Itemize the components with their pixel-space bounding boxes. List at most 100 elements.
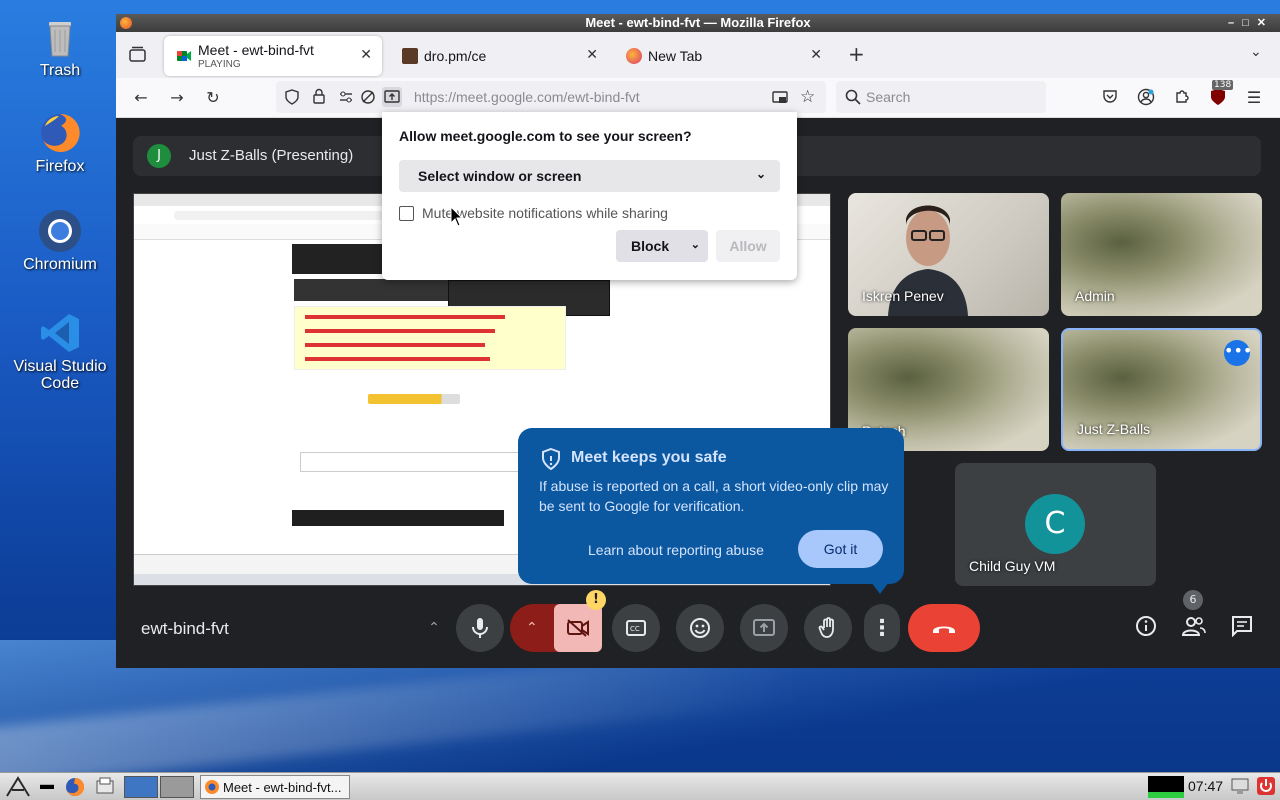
select-window-dropdown[interactable]: Select window or screen ⌄: [399, 160, 780, 192]
minimize-icon[interactable]: –: [1228, 17, 1242, 29]
meeting-info-icon[interactable]: [1133, 615, 1159, 642]
more-options-icon[interactable]: •••: [1224, 340, 1252, 366]
leave-call-button[interactable]: [908, 604, 980, 652]
got-it-button[interactable]: Got it: [798, 530, 883, 568]
maximize-icon[interactable]: □: [1242, 17, 1257, 29]
learn-about-reporting-link[interactable]: Learn about reporting abuse: [588, 542, 764, 558]
video-options-chevron-icon[interactable]: ⌃: [526, 604, 538, 652]
permissions-icon[interactable]: [338, 89, 354, 105]
tab-close-icon[interactable]: ✕: [586, 46, 598, 63]
chat-icon[interactable]: [1229, 615, 1255, 642]
block-dropdown-chevron-icon[interactable]: ⌄: [691, 238, 700, 251]
forward-arrow-icon[interactable]: →: [167, 88, 187, 107]
tooltip-heading: Meet keeps you safe: [571, 449, 727, 466]
hand-icon: [818, 617, 834, 638]
hamburger-menu-icon[interactable]: ☰: [1244, 88, 1264, 107]
shared-download-box: [294, 306, 566, 370]
captions-button[interactable]: CC: [612, 604, 660, 652]
reload-icon[interactable]: ↻: [203, 88, 223, 107]
participant-tile[interactable]: C Child Guy VM: [955, 463, 1156, 586]
shared-rating-stars: [368, 394, 460, 404]
participants-count-badge: 6: [1183, 590, 1203, 610]
meeting-code: ewt-bind-fvt: [141, 619, 229, 638]
tracking-shield-icon[interactable]: [284, 89, 300, 105]
camera-blocked-icon[interactable]: [360, 89, 376, 105]
clock[interactable]: 07:47: [1188, 778, 1223, 794]
bookmark-star-icon[interactable]: ☆: [800, 87, 815, 107]
url-bar[interactable]: https://meet.google.com/ewt-bind-fvt ☆: [276, 81, 826, 113]
power-icon[interactable]: [1256, 776, 1276, 798]
desktop-icon-firefox[interactable]: Firefox: [10, 110, 110, 176]
desktop-icon-trash[interactable]: Trash: [10, 14, 110, 80]
allow-button[interactable]: Allow: [716, 230, 780, 262]
taskbar-window-button[interactable]: Meet - ewt-bind-fvt...: [200, 775, 350, 799]
raise-hand-button[interactable]: [804, 604, 852, 652]
audio-options-chevron-icon[interactable]: ⌃: [420, 604, 448, 652]
camera-off-button[interactable]: [554, 604, 602, 652]
back-arrow-icon[interactable]: ←: [131, 88, 151, 107]
shield-icon: [540, 447, 562, 471]
tab-new-tab[interactable]: New Tab ✕: [614, 36, 832, 76]
search-input[interactable]: Search: [836, 81, 1046, 113]
tab-overview-icon[interactable]: [129, 46, 147, 62]
taskbar-files-icon[interactable]: [94, 776, 116, 798]
vscode-icon: [37, 310, 83, 356]
network-icon[interactable]: [1230, 776, 1250, 798]
tab-title: dro.pm/ce: [424, 48, 487, 64]
screen-share-active-icon[interactable]: [772, 89, 788, 105]
tab-close-icon[interactable]: ✕: [360, 46, 372, 63]
tab-dro-pm[interactable]: dro.pm/ce ✕: [390, 36, 608, 76]
url-text: https://meet.google.com/ewt-bind-fvt: [414, 89, 640, 105]
camera-button-group[interactable]: ⌃ !: [510, 590, 606, 652]
screen-share-permission-icon[interactable]: [382, 87, 402, 107]
desktop-icon-label: Firefox: [35, 158, 85, 175]
firefox-icon: [205, 780, 219, 794]
participant-tile-self[interactable]: ••• Just Z-Balls: [1061, 328, 1262, 451]
extensions-puzzle-icon[interactable]: [1172, 88, 1192, 108]
desktop-icon-label: Visual Studio Code: [13, 358, 107, 392]
firefox-logo-icon: [120, 17, 132, 29]
desktop-icon-vscode[interactable]: Visual Studio Code: [10, 310, 110, 392]
chromium-icon: [37, 208, 83, 254]
block-button[interactable]: Block ⌄: [616, 230, 708, 262]
lock-icon[interactable]: [312, 88, 326, 104]
participant-name: Admin: [1075, 288, 1115, 304]
workspace-1[interactable]: [124, 776, 158, 798]
start-menu-icon[interactable]: [4, 776, 32, 798]
tab-close-icon[interactable]: ✕: [810, 46, 822, 63]
desktop-icon-label: Trash: [39, 62, 81, 79]
close-icon[interactable]: ✕: [1257, 17, 1274, 29]
mouse-cursor-icon: [450, 205, 464, 228]
desktop-icon-chromium[interactable]: Chromium: [10, 208, 110, 274]
list-all-tabs-chevron-icon[interactable]: ⌄: [1250, 44, 1262, 60]
captions-icon: CC: [626, 620, 646, 636]
participant-name: Iskren Penev: [862, 288, 944, 304]
presenter-avatar: J: [147, 144, 171, 168]
url-path: /ewt-bind-fvt: [563, 89, 640, 105]
tab-title: New Tab: [648, 48, 703, 64]
microphone-button[interactable]: [456, 604, 504, 652]
participant-tile[interactable]: Iskren Penev: [848, 193, 1049, 316]
present-screen-button[interactable]: [740, 604, 788, 652]
show-desktop-icon[interactable]: ▬: [40, 776, 56, 798]
people-icon[interactable]: 6: [1181, 590, 1207, 642]
cpu-monitor-graph: [1148, 776, 1184, 798]
taskbar-firefox-icon[interactable]: [64, 776, 86, 798]
account-icon[interactable]: [1136, 88, 1156, 110]
reactions-button[interactable]: [676, 604, 724, 652]
new-tab-plus-icon[interactable]: +: [848, 42, 865, 66]
participant-tile[interactable]: Admin: [1061, 193, 1262, 316]
window-titlebar: Meet - ewt-bind-fvt — Mozilla Firefox –□…: [116, 14, 1280, 32]
firefox-icon: [37, 110, 83, 156]
firefox-favicon-icon: [626, 48, 642, 64]
presenting-text: Just Z-Balls (Presenting): [189, 147, 354, 164]
tab-meet[interactable]: Meet - ewt-bind-fvt PLAYING ✕: [164, 36, 382, 76]
window-controls: –□✕: [1228, 14, 1274, 32]
pocket-icon[interactable]: [1100, 88, 1120, 108]
more-options-button[interactable]: ⋮: [864, 604, 900, 652]
ublock-icon[interactable]: 138: [1208, 80, 1234, 110]
mute-notifications-checkbox[interactable]: [399, 206, 414, 221]
google-meet-icon: [176, 48, 192, 64]
chevron-down-icon: ⌄: [755, 167, 766, 181]
workspace-2[interactable]: [160, 776, 194, 798]
